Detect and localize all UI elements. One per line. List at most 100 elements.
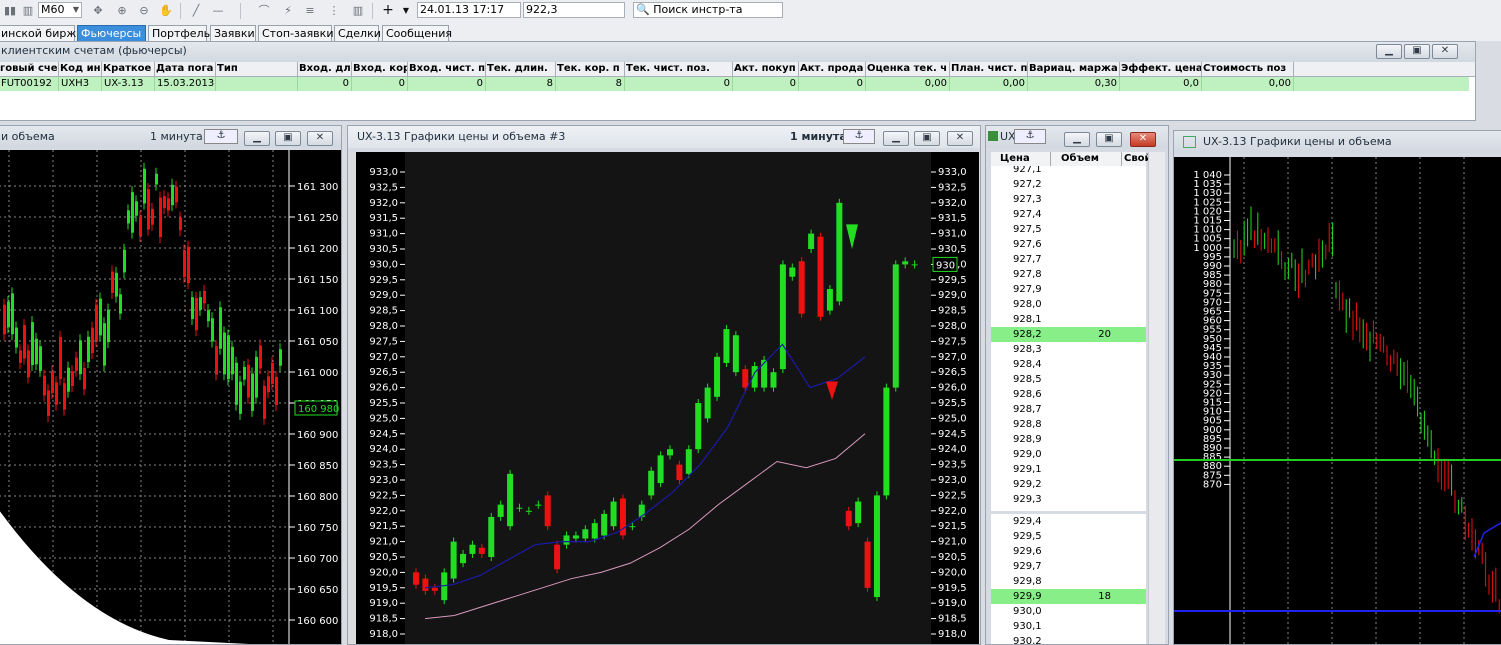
order-book-row[interactable]: 928,2 20 — [991, 327, 1146, 342]
column-header[interactable]: Стоимость поз — [1202, 62, 1294, 76]
order-book-row[interactable]: 927,7 — [991, 252, 1146, 267]
order-book-row[interactable]: 928,8 — [991, 417, 1146, 432]
left-price-chart[interactable]: 161 300 161 250 161 200 161 150 161 100 161 0… — [0, 150, 342, 645]
order-book-row[interactable]: 927,5 — [991, 222, 1146, 237]
candlestick-chart[interactable]: 933,0 933,0 932,5 932,5 932,0 932,0 931,5 931,5… — [348, 152, 981, 645]
order-book-row[interactable]: 927,9 — [991, 282, 1146, 297]
order-book-row[interactable]: 927,2 — [991, 177, 1146, 192]
minimize-button[interactable]: ▁ — [883, 131, 909, 146]
order-book-row[interactable]: 927,4 — [991, 207, 1146, 222]
column-volume[interactable]: Объем — [1050, 152, 1099, 166]
minimize-button[interactable]: ▁ — [1376, 44, 1402, 59]
crosshair-icon[interactable]: + — [380, 3, 396, 18]
tab-messages[interactable]: Сообщения — [382, 25, 452, 41]
maximize-button[interactable]: ▣ — [1404, 44, 1430, 59]
maximize-button[interactable]: ▣ — [275, 131, 301, 146]
order-book-row[interactable]: 927,8 — [991, 267, 1146, 282]
table-row[interactable]: FUT00192 UXH3 UX-3.13 15.03.2013 0 0 0 8 8 0 0 0 0,0… — [0, 77, 1469, 91]
order-book-row[interactable]: 927,1 — [991, 166, 1146, 177]
order-book-row[interactable]: 928,3 — [991, 342, 1146, 357]
column-header[interactable]: Вход. чист. п — [408, 62, 486, 76]
tab-futures[interactable]: Фьючерсы — [77, 25, 146, 41]
order-book-row[interactable]: 929,9 18 — [991, 589, 1146, 604]
line-icon[interactable]: ╱ — [188, 3, 204, 18]
column-header[interactable]: Акт. прода — [799, 62, 866, 76]
columns-icon[interactable]: ▥ — [350, 3, 366, 18]
datetime-field[interactable]: 24.01.13 17:17 — [417, 2, 521, 18]
tab-trades[interactable]: Сделки — [334, 25, 381, 41]
column-own[interactable]: Свой — [1121, 152, 1152, 166]
dropdown-arrow-icon[interactable]: ▼ — [398, 3, 414, 18]
column-header[interactable]: говый сче — [0, 62, 59, 76]
close-button[interactable]: ✕ — [947, 131, 973, 146]
order-book-row[interactable]: 928,4 — [991, 357, 1146, 372]
column-header[interactable]: Вариац. маржа — [1028, 62, 1120, 76]
close-button[interactable]: ✕ — [307, 131, 333, 146]
minimize-button[interactable]: ▁ — [244, 131, 270, 146]
hand-icon[interactable]: ✋ — [158, 3, 174, 18]
maximize-button[interactable]: ▣ — [1096, 132, 1122, 147]
order-book-row[interactable]: 929,2 — [991, 477, 1146, 492]
hline-icon[interactable]: — — [210, 3, 226, 18]
order-book-row[interactable]: 929,8 — [991, 574, 1146, 589]
column-header[interactable]: Тек. кор. п — [556, 62, 625, 76]
minimize-button[interactable]: ▁ — [1064, 132, 1090, 147]
order-book-row[interactable]: 929,3 — [991, 492, 1146, 507]
interval-label[interactable]: 1 минута — [790, 126, 847, 148]
scrollbar[interactable] — [1148, 152, 1165, 644]
zoom-out-icon[interactable]: ⊖ — [136, 3, 152, 18]
column-header[interactable]: Акт. покуп — [733, 62, 799, 76]
zoom-in-icon[interactable]: ⊕ — [114, 3, 130, 18]
move-icon[interactable]: ✥ — [90, 3, 106, 18]
tab-exchange[interactable]: инской бирж и — [0, 25, 87, 41]
levels-icon[interactable]: ⋮ — [326, 3, 342, 18]
column-header[interactable]: Тек. чист. поз. — [625, 62, 733, 76]
order-book-row[interactable]: 928,7 — [991, 402, 1146, 417]
fib-icon[interactable]: ⚡ — [280, 3, 296, 18]
order-book-row[interactable]: 929,4 — [991, 514, 1146, 529]
column-header[interactable]: Тек. длин. — [486, 62, 556, 76]
order-book-row[interactable]: 929,6 — [991, 544, 1146, 559]
tab-portfolio[interactable]: Портфель — [148, 25, 210, 41]
order-book-row[interactable]: 930,0 — [991, 604, 1146, 619]
close-button[interactable]: ✕ — [1432, 44, 1458, 59]
order-book-row[interactable]: 928,0 — [991, 297, 1146, 312]
order-book-row[interactable]: 928,5 — [991, 372, 1146, 387]
anchor-icon[interactable]: ⚓ — [204, 129, 238, 144]
order-book-row[interactable]: 929,0 — [991, 447, 1146, 462]
column-header[interactable]: Тип — [216, 62, 298, 76]
column-header[interactable]: Дата пога — [155, 62, 216, 76]
tab-orders[interactable]: Заявки — [210, 25, 256, 41]
grid-icon[interactable]: ≡ — [302, 3, 318, 18]
order-book-row[interactable]: 929,5 — [991, 529, 1146, 544]
column-header[interactable]: Вход. дл — [298, 62, 352, 76]
interval-label[interactable]: 1 минута — [150, 126, 203, 148]
order-book-row[interactable]: 929,1 — [991, 462, 1146, 477]
tab-stop-orders[interactable]: Стоп-заявки — [258, 25, 333, 41]
column-header[interactable]: Краткое — [102, 62, 155, 76]
order-book-row[interactable]: 928,1 — [991, 312, 1146, 327]
right-price-chart[interactable]: 1 0401 0351 0301 0251 0201 0151 0101 005… — [1174, 157, 1501, 645]
order-book-row[interactable]: 927,3 — [991, 192, 1146, 207]
column-header[interactable]: Вход. кор — [352, 62, 408, 76]
order-book-row[interactable]: 929,7 — [991, 559, 1146, 574]
timeframe-dropdown[interactable]: M60 ▼ — [38, 2, 82, 18]
column-header[interactable]: Код ин — [59, 62, 102, 76]
close-button[interactable]: ✕ — [1130, 132, 1156, 147]
order-book-row[interactable]: 927,6 — [991, 237, 1146, 252]
column-header[interactable]: Эффект. цена — [1120, 62, 1202, 76]
column-header[interactable]: План. чист. п — [950, 62, 1028, 76]
candles-icon[interactable]: ▮▮ — [2, 3, 18, 18]
order-book-row[interactable]: 930,1 — [991, 619, 1146, 634]
arc-icon[interactable]: ⌒ — [256, 3, 272, 18]
order-book-row[interactable]: 928,9 — [991, 432, 1146, 447]
maximize-button[interactable]: ▣ — [914, 131, 940, 146]
column-header[interactable]: Оценка тек. ч — [866, 62, 950, 76]
anchor-icon[interactable]: ⚓ — [843, 129, 875, 144]
anchor-icon[interactable]: ⚓ — [1014, 129, 1046, 144]
order-book-row[interactable]: 928,6 — [991, 387, 1146, 402]
price-field[interactable]: 922,3 — [523, 2, 625, 18]
column-price[interactable]: Цена — [1000, 152, 1030, 166]
search-input[interactable]: 🔍 Поиск инстр-та — [633, 2, 783, 18]
bars-icon[interactable]: ▥ — [20, 3, 36, 18]
